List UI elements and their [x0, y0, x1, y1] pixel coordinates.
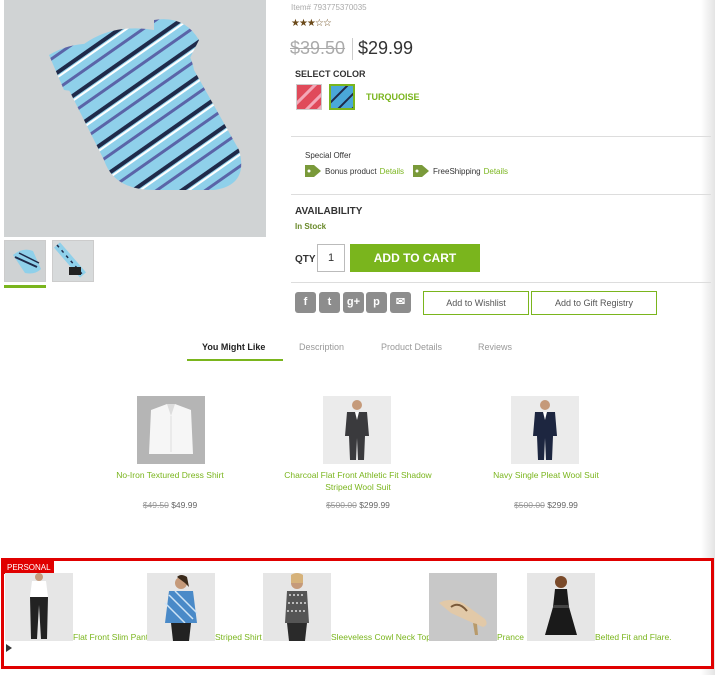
tab-product-details[interactable]: Product Details: [381, 342, 442, 352]
original-price: $500.00: [326, 500, 357, 510]
offer-bonus-product: Bonus product Details: [304, 164, 404, 178]
personal-product-name[interactable]: Striped Shirt: [215, 632, 262, 642]
qty-label: QTY: [295, 254, 316, 265]
personal-product-name[interactable]: Prance: [497, 632, 524, 642]
price-divider: [352, 38, 353, 60]
divider: [291, 136, 711, 137]
google-plus-icon[interactable]: g+: [343, 292, 364, 313]
tab-description[interactable]: Description: [299, 342, 344, 352]
personal-product-image[interactable]: [527, 573, 595, 641]
select-color-label: SELECT COLOR: [295, 69, 366, 79]
recommended-product-price: $49.50 $49.99: [90, 500, 250, 510]
add-to-gift-registry-button[interactable]: Add to Gift Registry: [531, 291, 657, 315]
personal-product-name[interactable]: Belted Fit and Flare.: [595, 632, 672, 642]
qty-input[interactable]: [317, 244, 345, 272]
availability-status: In Stock: [295, 222, 327, 231]
add-to-wishlist-button[interactable]: Add to Wishlist: [423, 291, 529, 315]
offer-text: FreeShipping: [433, 166, 481, 176]
recommended-product-name[interactable]: Charcoal Flat Front Athletic Fit Shadow …: [278, 469, 438, 493]
twitter-icon[interactable]: t: [319, 292, 340, 313]
thumbnail-active-indicator: [4, 285, 46, 288]
personal-product-image[interactable]: [5, 573, 73, 641]
item-number: Item# 793775370035: [291, 3, 367, 12]
tag-icon: [304, 164, 322, 178]
personal-recommendations-strip: [1, 558, 714, 669]
availability-label: AVAILABILITY: [295, 206, 363, 217]
divider: [291, 194, 711, 195]
rating-stars[interactable]: ★★★☆☆: [291, 18, 332, 29]
active-tab-underline: [187, 359, 283, 361]
personal-product-image[interactable]: [147, 573, 215, 641]
original-price: $49.50: [142, 500, 169, 510]
personal-product-name[interactable]: Flat Front Slim Pant: [73, 632, 148, 642]
thumbnail-1[interactable]: [4, 240, 46, 282]
recommended-product-image[interactable]: [323, 396, 391, 464]
divider: [291, 282, 711, 283]
personal-product-name[interactable]: Sleeveless Cowl Neck Top: [331, 632, 431, 642]
sale-price: $29.99: [358, 38, 414, 58]
personal-product-image[interactable]: [429, 573, 497, 641]
personal-product-image[interactable]: [263, 573, 331, 641]
recommended-product-image[interactable]: [137, 396, 205, 464]
recommended-product-price: $500.00 $299.99: [278, 500, 438, 510]
thumbnail-2[interactable]: [52, 240, 94, 282]
recommended-product-image[interactable]: [511, 396, 579, 464]
offer-details-link[interactable]: Details: [380, 167, 404, 176]
original-price: $500.00: [514, 500, 545, 510]
color-swatch-turquoise[interactable]: [329, 84, 355, 110]
recommended-product-price: $500.00 $299.99: [466, 500, 626, 510]
add-to-cart-button[interactable]: ADD TO CART: [350, 244, 480, 272]
selected-color-name: TURQUOISE: [366, 92, 420, 102]
offer-free-shipping: FreeShipping Details: [412, 164, 508, 178]
sale-price: $299.99: [359, 500, 390, 510]
tag-icon: [412, 164, 430, 178]
product-main-image[interactable]: [4, 0, 266, 237]
special-offer-label: Special Offer: [305, 151, 352, 160]
sale-price: $299.99: [547, 500, 578, 510]
color-swatch-red[interactable]: [296, 84, 322, 110]
offer-text: Bonus product: [325, 166, 377, 176]
tab-reviews[interactable]: Reviews: [478, 342, 512, 352]
facebook-icon[interactable]: f: [295, 292, 316, 313]
pinterest-icon[interactable]: p: [366, 292, 387, 313]
recommended-product-name[interactable]: No-Iron Textured Dress Shirt: [90, 469, 250, 481]
offer-details-link[interactable]: Details: [484, 167, 508, 176]
play-arrow-icon[interactable]: [6, 644, 12, 652]
sale-price: $49.99: [171, 500, 198, 510]
tab-you-might-like[interactable]: You Might Like: [202, 342, 265, 352]
recommended-product-name[interactable]: Navy Single Pleat Wool Suit: [466, 469, 626, 481]
original-price: $39.50: [290, 38, 346, 58]
email-icon[interactable]: ✉: [390, 292, 411, 313]
